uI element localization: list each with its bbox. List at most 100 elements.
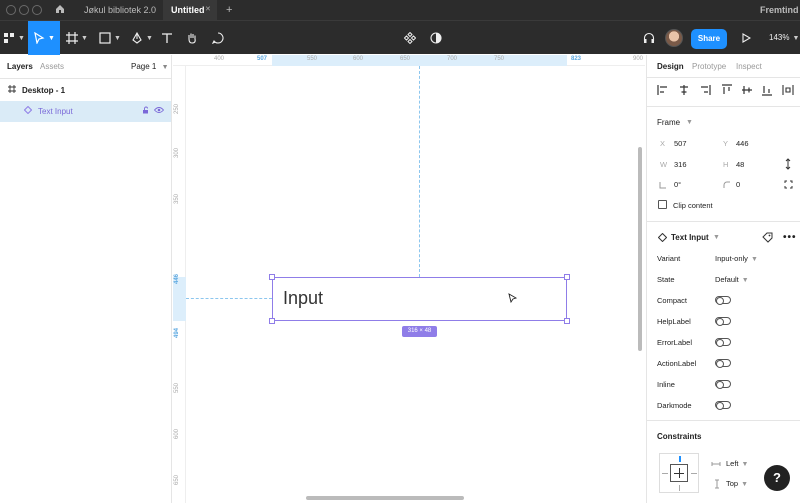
chevron-down-icon: ▼ <box>161 64 169 71</box>
window-close-dot[interactable] <box>6 5 16 15</box>
align-center-vertical-icon[interactable] <box>741 84 753 96</box>
canvas[interactable]: 400 507 550 600 650 700 750 823 900 250 … <box>173 55 645 503</box>
toggle-darkmode[interactable] <box>715 401 731 410</box>
align-center-horizontal-icon[interactable] <box>678 84 690 96</box>
page-selector[interactable]: Page 1 ▼ <box>131 62 169 71</box>
w-label: W <box>660 160 668 169</box>
present-button[interactable] <box>739 21 753 55</box>
shape-tool[interactable]: ▼ <box>96 21 124 55</box>
constraint-left-indicator[interactable] <box>662 473 668 474</box>
title-bar: Jøkul bibliotek 2.0 Untitled ✕ + Fremtin… <box>0 0 800 20</box>
ruler-tick: 700 <box>446 56 458 62</box>
constraint-top-indicator[interactable] <box>679 456 681 462</box>
frame-section-title[interactable]: Frame <box>657 118 680 127</box>
align-bottom-icon[interactable] <box>761 84 773 96</box>
ruler-tick: 400 <box>213 56 225 62</box>
move-tool[interactable]: ▼ <box>28 21 60 55</box>
horizontal-constraint-dropdown[interactable]: Left ▼ <box>726 459 748 468</box>
avatar[interactable] <box>665 29 683 47</box>
tab-layers[interactable]: Layers <box>7 62 33 71</box>
x-field[interactable]: 507 <box>674 139 687 148</box>
property-state-dropdown[interactable]: Default ▼ <box>715 275 749 284</box>
layer-row-frame[interactable]: Desktop - 1 <box>0 80 171 101</box>
property-variant-dropdown[interactable]: Input-only ▼ <box>715 254 758 263</box>
input-placeholder-text: Input <box>283 288 324 308</box>
align-right-icon[interactable] <box>699 84 711 96</box>
layer-row-text-input[interactable]: Text Input <box>0 101 171 122</box>
vertical-scrollbar[interactable] <box>638 147 642 351</box>
comment-icon <box>212 32 224 44</box>
tab-inspect[interactable]: Inspect <box>736 62 762 71</box>
clip-content-checkbox[interactable] <box>658 200 667 209</box>
comment-tool[interactable] <box>209 21 227 55</box>
toggle-actionlabel[interactable] <box>715 359 731 368</box>
toggle-compact-label: Compact <box>657 296 688 305</box>
rotation-field[interactable]: 0° <box>674 180 681 189</box>
toggle-inline-label: Inline <box>657 380 675 389</box>
horizontal-scrollbar[interactable] <box>306 496 464 500</box>
hand-tool[interactable] <box>183 21 201 55</box>
text-tool[interactable] <box>158 21 176 55</box>
resize-handle-bottom-right[interactable] <box>564 318 570 324</box>
distribute-icon[interactable] <box>782 84 794 96</box>
y-field[interactable]: 446 <box>736 139 749 148</box>
more-options-icon[interactable]: ••• <box>783 233 797 243</box>
frame-tool[interactable]: ▼ <box>63 21 91 55</box>
resize-handle-bottom-left[interactable] <box>269 318 275 324</box>
audio-button[interactable] <box>641 21 657 55</box>
toggle-compact[interactable] <box>715 296 731 305</box>
align-left-icon[interactable] <box>657 84 669 96</box>
add-tab-button[interactable]: + <box>218 0 240 20</box>
tab-close-icon[interactable]: ✕ <box>205 0 211 20</box>
horizontal-constraint-icon <box>711 459 721 471</box>
toggle-inline[interactable] <box>715 380 731 389</box>
tab-untitled[interactable]: Untitled ✕ <box>163 0 217 20</box>
lock-icon[interactable] <box>142 101 150 122</box>
tab-jokul-bibliotek[interactable]: Jøkul bibliotek 2.0 <box>76 0 164 20</box>
share-button[interactable]: Share <box>691 29 727 49</box>
vertical-constraint-dropdown[interactable]: Top ▼ <box>726 479 748 488</box>
toggle-darkmode-label: Darkmode <box>657 401 692 410</box>
divider <box>647 221 800 222</box>
home-icon[interactable] <box>55 4 65 17</box>
contrast-button[interactable] <box>428 21 444 55</box>
independent-corners-icon[interactable] <box>784 180 793 192</box>
constrain-proportions-icon[interactable] <box>784 158 792 173</box>
text-icon <box>161 32 173 44</box>
toggle-helplabel-label: HelpLabel <box>657 317 691 326</box>
tab-prototype[interactable]: Prototype <box>692 62 726 71</box>
help-button[interactable]: ? <box>764 465 790 491</box>
window-minimize-dot[interactable] <box>19 5 29 15</box>
corner-radius-icon <box>723 180 731 192</box>
frame-icon <box>8 80 16 101</box>
width-field[interactable]: 316 <box>674 160 687 169</box>
tab-assets[interactable]: Assets <box>40 62 64 71</box>
tab-design[interactable]: Design <box>657 62 684 71</box>
text-input-component[interactable]: Input <box>272 277 567 321</box>
toggle-helplabel[interactable] <box>715 317 731 326</box>
constraint-right-indicator[interactable] <box>691 473 697 474</box>
toggle-errorlabel[interactable] <box>715 338 731 347</box>
main-menu-button[interactable]: ▼ <box>0 21 28 55</box>
components-button[interactable] <box>402 21 418 55</box>
layer-label: Text Input <box>38 107 73 116</box>
zoom-dropdown[interactable]: 143% ▼ <box>769 21 799 55</box>
height-field[interactable]: 48 <box>736 160 744 169</box>
resize-handle-top-left[interactable] <box>269 274 275 280</box>
align-top-icon[interactable] <box>721 84 733 96</box>
component-icon <box>404 32 416 44</box>
chevron-down-icon: ▼ <box>18 34 25 42</box>
chevron-down-icon: ▼ <box>48 34 55 42</box>
ruler-horizontal: 400 507 550 600 650 700 750 823 900 <box>173 55 645 66</box>
eye-icon[interactable] <box>153 101 165 122</box>
ruler-tick: 650 <box>174 474 180 485</box>
constraints-widget[interactable] <box>659 453 699 493</box>
corner-radius-field[interactable]: 0 <box>736 180 740 189</box>
window-zoom-dot[interactable] <box>32 5 42 15</box>
resize-handle-top-right[interactable] <box>564 274 570 280</box>
constraints-title: Constraints <box>657 432 702 441</box>
component-name[interactable]: Text Input <box>671 233 709 242</box>
constraint-bottom-indicator[interactable] <box>679 485 680 491</box>
pen-tool[interactable]: ▼ <box>128 21 156 55</box>
go-to-main-component-icon[interactable] <box>762 232 773 246</box>
